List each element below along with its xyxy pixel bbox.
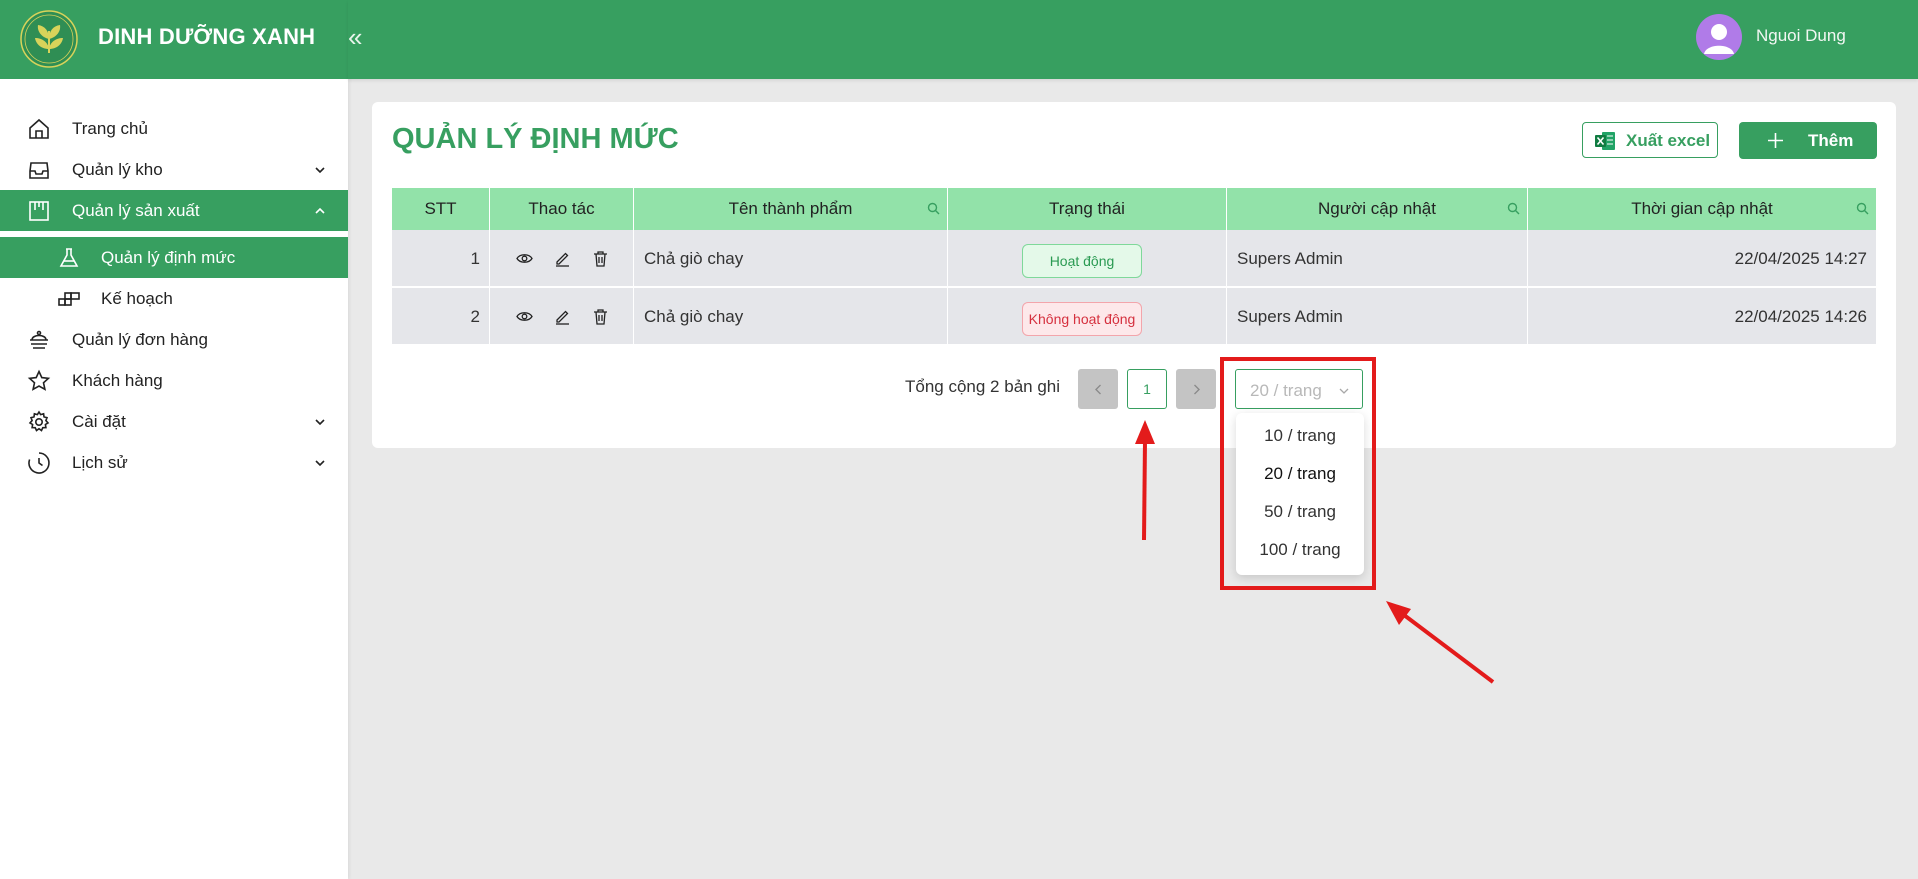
sidebar-subitem-norms[interactable]: Quản lý định mức: [0, 237, 348, 278]
history-clock-icon: [27, 451, 51, 475]
brand-bar: DINH DƯỠNG XANH: [0, 0, 348, 79]
delete-icon[interactable]: [592, 250, 609, 267]
chevron-up-icon: [312, 203, 328, 219]
sidebar-item-label: Quản lý đơn hàng: [72, 330, 208, 349]
col-label: Tên thành phẩm: [728, 199, 853, 218]
col-label: Thời gian cập nhật: [1631, 199, 1773, 218]
cell-updated-by: Supers Admin: [1227, 288, 1528, 345]
plus-icon: [1767, 132, 1784, 149]
chevron-down-icon: [312, 162, 328, 178]
col-updated-at: Thời gian cập nhật: [1528, 188, 1876, 230]
search-icon[interactable]: [927, 202, 940, 215]
home-icon: [27, 117, 51, 141]
export-excel-button[interactable]: Xuất excel: [1582, 122, 1718, 158]
user-avatar-icon[interactable]: [1696, 14, 1742, 60]
table-row: 2 Chả giò chay Không hoạt động Supers Ad…: [392, 288, 1876, 345]
excel-icon: [1594, 131, 1616, 151]
col-stt: STT: [392, 188, 490, 230]
cell-stt: 2: [392, 288, 490, 345]
status-badge: Không hoạt động: [1022, 302, 1142, 336]
sidebar-item-label: Kế hoạch: [101, 289, 173, 308]
sidebar-item-history[interactable]: Lịch sử: [0, 442, 348, 483]
export-excel-label: Xuất excel: [1626, 131, 1711, 150]
inbox-icon: [27, 158, 51, 182]
cell-status: Hoạt động: [948, 230, 1227, 287]
cell-updated-by: Supers Admin: [1227, 230, 1528, 287]
col-actions: Thao tác: [490, 188, 634, 230]
total-records: Tổng cộng 2 bản ghi: [905, 377, 1061, 396]
annotation-highlight-box: [1220, 357, 1376, 590]
col-status: Trạng thái: [948, 188, 1227, 230]
chevron-right-icon: [1190, 383, 1203, 396]
sidebar-item-production[interactable]: Quản lý sản xuất: [0, 190, 348, 231]
page-number-button[interactable]: 1: [1127, 369, 1167, 409]
sidebar-item-customers[interactable]: Khách hàng: [0, 360, 348, 401]
edit-icon[interactable]: [554, 308, 571, 325]
search-icon[interactable]: [1507, 202, 1520, 215]
cell-product-name: Chả giò chay: [634, 288, 948, 345]
cell-stt: 1: [392, 230, 490, 287]
sidebar-menu: Trang chủ Quản lý kho Quản lý sản xuất Q…: [0, 108, 348, 483]
sidebar-subitem-plan[interactable]: Kế hoạch: [0, 278, 348, 319]
col-updated-by: Người cập nhật: [1227, 188, 1528, 230]
sidebar-item-label: Trang chủ: [72, 119, 148, 138]
col-label: STT: [424, 199, 457, 218]
prev-page-button[interactable]: [1078, 369, 1118, 409]
col-label: Thao tác: [528, 199, 595, 218]
table-header: STT Thao tác Tên thành phẩm Trạng thái N…: [392, 188, 1876, 230]
cell-actions: [490, 288, 634, 345]
cell-updated-at: 22/04/2025 14:27: [1734, 249, 1867, 268]
leaf-logo-icon[interactable]: [19, 9, 79, 69]
status-badge: Hoạt động: [1022, 244, 1142, 278]
table-row: 1 Chả giò chay Hoạt động Supers Admin 22…: [392, 230, 1876, 287]
sidebar-item-settings[interactable]: Cài đặt: [0, 401, 348, 442]
view-icon[interactable]: [516, 250, 533, 267]
cell-status: Không hoạt động: [948, 288, 1227, 345]
col-product-name: Tên thành phẩm: [634, 188, 948, 230]
sidebar-item-label: Quản lý sản xuất: [72, 201, 200, 220]
arrow-diagonal-annotation: [1386, 601, 1495, 684]
order-icon: [27, 328, 51, 352]
chevron-down-icon: [312, 455, 328, 471]
sidebar-item-label: Quản lý định mức: [101, 248, 236, 267]
brand-name: DINH DƯỠNG XANH: [98, 24, 316, 49]
col-label: Trạng thái: [1049, 199, 1125, 218]
cell-product-name: Chả giò chay: [634, 230, 948, 287]
chevron-down-icon: [312, 414, 328, 430]
chevron-left-icon: [1092, 383, 1105, 396]
add-label: Thêm: [1808, 131, 1854, 150]
double-chevron-left-icon[interactable]: «: [348, 22, 368, 52]
sidebar-item-label: Lịch sử: [72, 453, 128, 472]
flask-icon: [57, 246, 81, 270]
search-icon[interactable]: [1856, 202, 1869, 215]
sidebar-item-label: Cài đặt: [72, 412, 126, 431]
plan-blocks-icon: [57, 287, 81, 311]
delete-icon[interactable]: [592, 308, 609, 325]
col-label: Người cập nhật: [1318, 199, 1436, 218]
gear-icon: [27, 410, 51, 434]
cell-actions: [490, 230, 634, 287]
sidebar: DINH DƯỠNG XANH Trang chủ Quản lý kho Qu…: [0, 0, 348, 879]
sidebar-item-label: Khách hàng: [72, 371, 163, 390]
sidebar-item-label: Quản lý kho: [72, 160, 163, 179]
add-button[interactable]: Thêm: [1739, 122, 1877, 159]
production-board-icon: [27, 199, 51, 223]
sidebar-item-home[interactable]: Trang chủ: [0, 108, 348, 149]
top-header: «: [348, 0, 1918, 79]
view-icon[interactable]: [516, 308, 533, 325]
user-name[interactable]: Nguoi Dung: [1756, 26, 1846, 46]
edit-icon[interactable]: [554, 250, 571, 267]
sidebar-item-orders[interactable]: Quản lý đơn hàng: [0, 319, 348, 360]
page-title: QUẢN LÝ ĐỊNH MỨC: [392, 123, 679, 155]
cell-updated-at: 22/04/2025 14:26: [1734, 307, 1867, 326]
next-page-button[interactable]: [1176, 369, 1216, 409]
star-icon: [27, 369, 51, 393]
sidebar-item-warehouse[interactable]: Quản lý kho: [0, 149, 348, 190]
